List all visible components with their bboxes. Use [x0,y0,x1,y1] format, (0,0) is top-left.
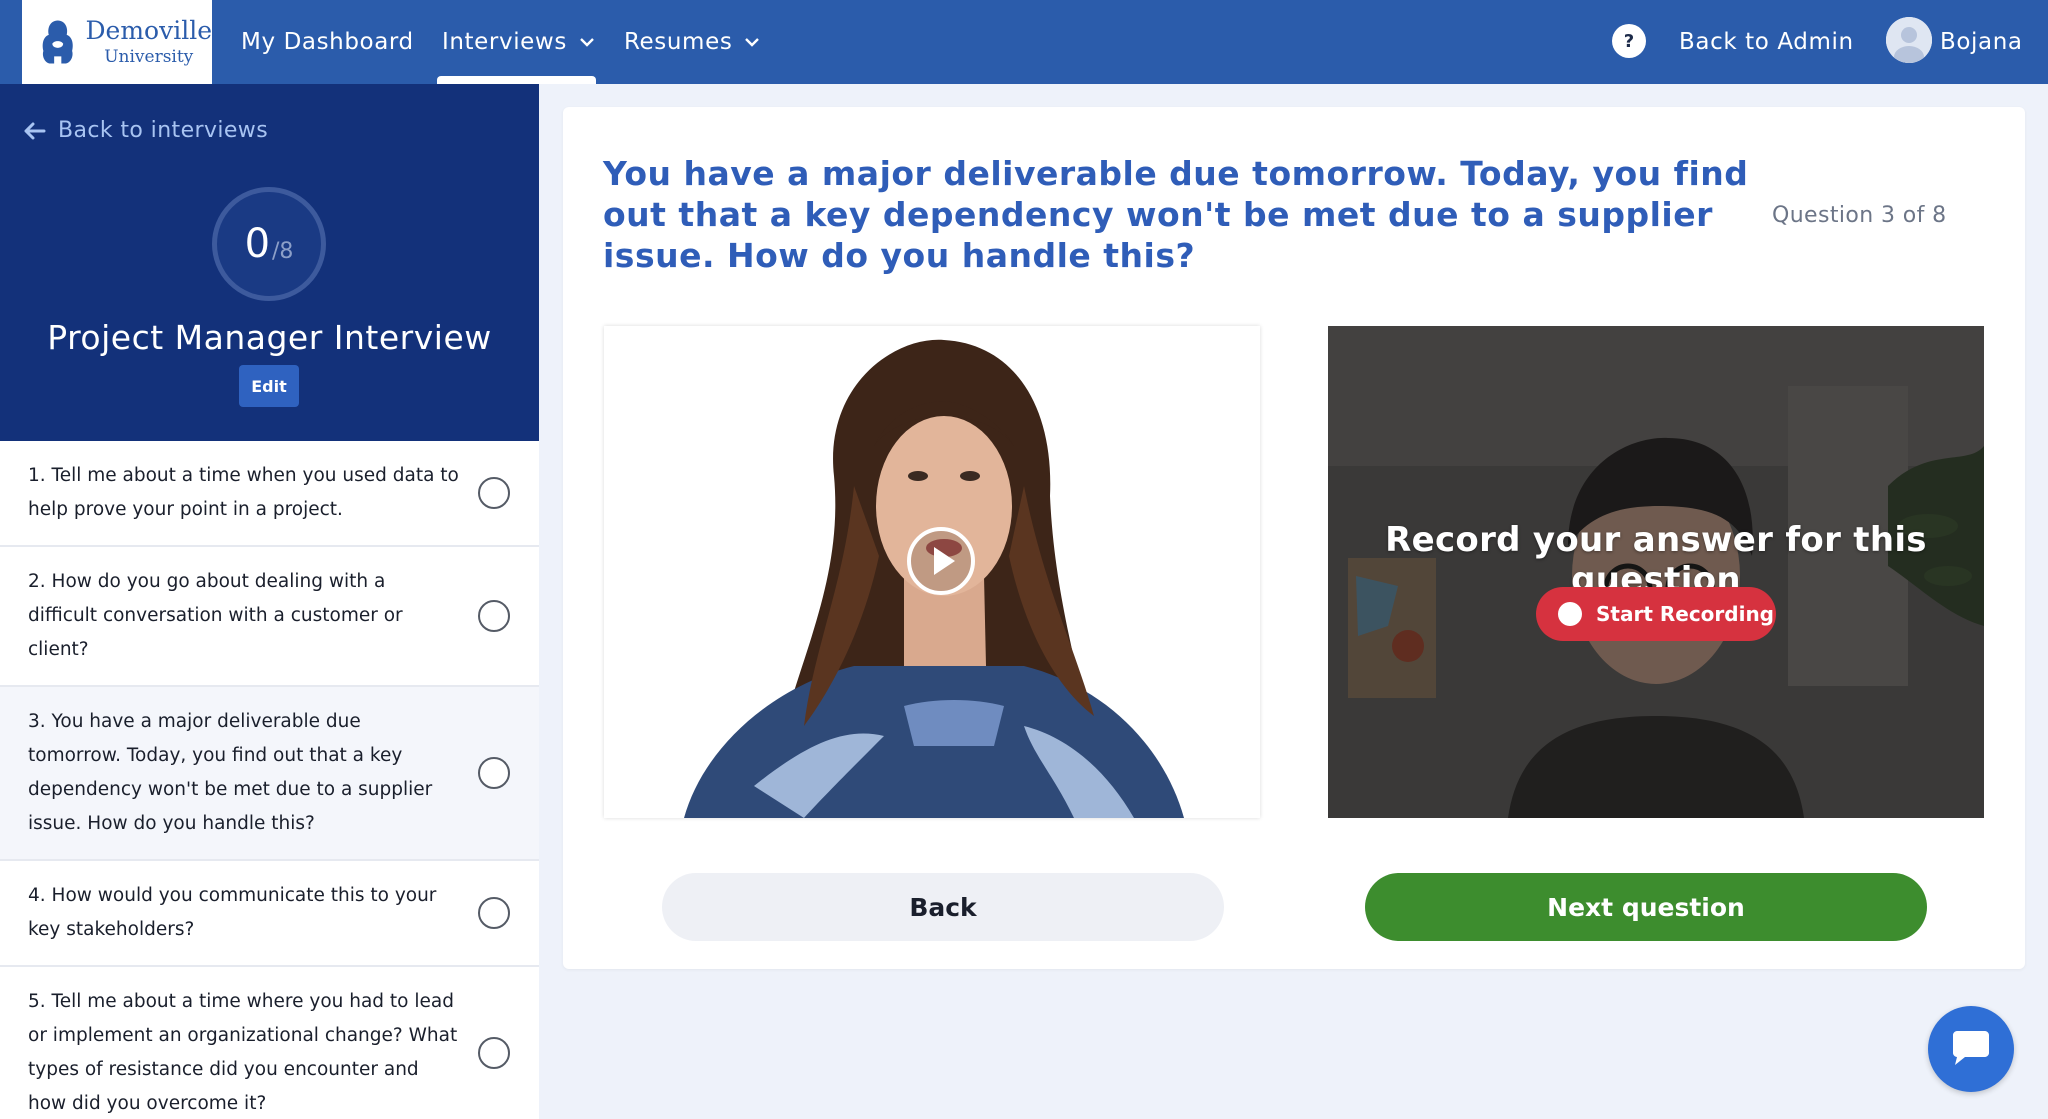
question-status-radio[interactable] [478,897,510,929]
question-status-radio[interactable] [478,757,510,789]
bear-logo-icon [42,20,73,64]
nav-label: Interviews [442,29,567,55]
question-item-text: 4. How would you communicate this to you… [28,885,437,940]
question-item-text: 3. You have a major deliverable due tomo… [28,711,433,834]
nav-interviews[interactable]: Interviews [442,0,595,84]
nav-label: My Dashboard [241,29,414,55]
progress-counter: 0 /8 [212,187,326,301]
question-status-radio[interactable] [478,477,510,509]
chevron-down-icon [580,38,594,47]
back-button[interactable]: Back [662,873,1224,941]
progress-done: 0 [244,221,271,267]
chat-widget-button[interactable] [1928,1006,2014,1092]
edit-button[interactable]: Edit [239,365,299,407]
next-question-button[interactable]: Next question [1365,873,1927,941]
logo-line2: University [104,46,194,67]
webcam-preview[interactable]: Record your answer for this question Sta… [1328,326,1984,818]
interviewer-video[interactable] [604,326,1260,818]
interview-summary: Back to interviews 0 /8 Project Manager … [0,84,539,441]
question-title: You have a major deliverable due tomorro… [603,154,1749,275]
start-recording-label: Start Recording [1596,602,1774,626]
question-list: 1. Tell me about a time when you used da… [0,441,539,1119]
question-item-text: 5. Tell me about a time where you had to… [28,991,458,1114]
question-card: You have a major deliverable due tomorro… [563,107,2025,969]
avatar-icon [1886,17,1932,63]
question-item[interactable]: 4. How would you communicate this to you… [0,861,539,967]
nav-label: Resumes [624,29,733,55]
play-icon [934,547,955,575]
question-counter: Question 3 of 8 [1772,203,1947,228]
question-item[interactable]: 5. Tell me about a time where you had to… [0,967,539,1119]
question-item-current[interactable]: 3. You have a major deliverable due tomo… [0,687,539,861]
back-to-interviews-link[interactable]: Back to interviews [22,118,268,143]
active-tab-indicator [437,76,596,84]
user-name[interactable]: Bojana [1940,0,2023,84]
nav-resumes[interactable]: Resumes [624,0,760,84]
nav-label: Back to Admin [1679,29,1854,55]
help-icon[interactable]: ? [1612,24,1646,58]
question-item-text: 2. How do you go about dealing with a di… [28,571,403,660]
university-logo[interactable]: Demoville University [22,0,212,84]
interview-title: Project Manager Interview [47,318,492,357]
chevron-down-icon [745,38,760,47]
nav-my-dashboard[interactable]: My Dashboard [241,0,414,84]
question-item[interactable]: 2. How do you go about dealing with a di… [0,547,539,687]
back-link-label: Back to interviews [58,118,269,143]
question-item-text: 1. Tell me about a time when you used da… [28,465,459,520]
logo-text: Demoville University [85,17,212,66]
back-to-admin-link[interactable]: Back to Admin [1679,0,1854,84]
logo-line1: Demoville [85,16,212,46]
avatar[interactable] [1886,17,1932,63]
record-dot-icon [1558,602,1582,626]
question-status-radio[interactable] [478,1037,510,1069]
progress-total: /8 [272,238,294,264]
chat-icon [1953,1031,1989,1065]
start-recording-button[interactable]: Start Recording [1536,587,1776,641]
user-name-label: Bojana [1940,29,2023,55]
play-button[interactable] [907,527,975,595]
interview-sidebar: Back to interviews 0 /8 Project Manager … [0,84,539,1119]
question-item[interactable]: 1. Tell me about a time when you used da… [0,441,539,547]
top-navbar: Demoville University My Dashboard Interv… [0,0,2048,84]
question-status-radio[interactable] [478,600,510,632]
arrow-left-icon [24,122,46,139]
